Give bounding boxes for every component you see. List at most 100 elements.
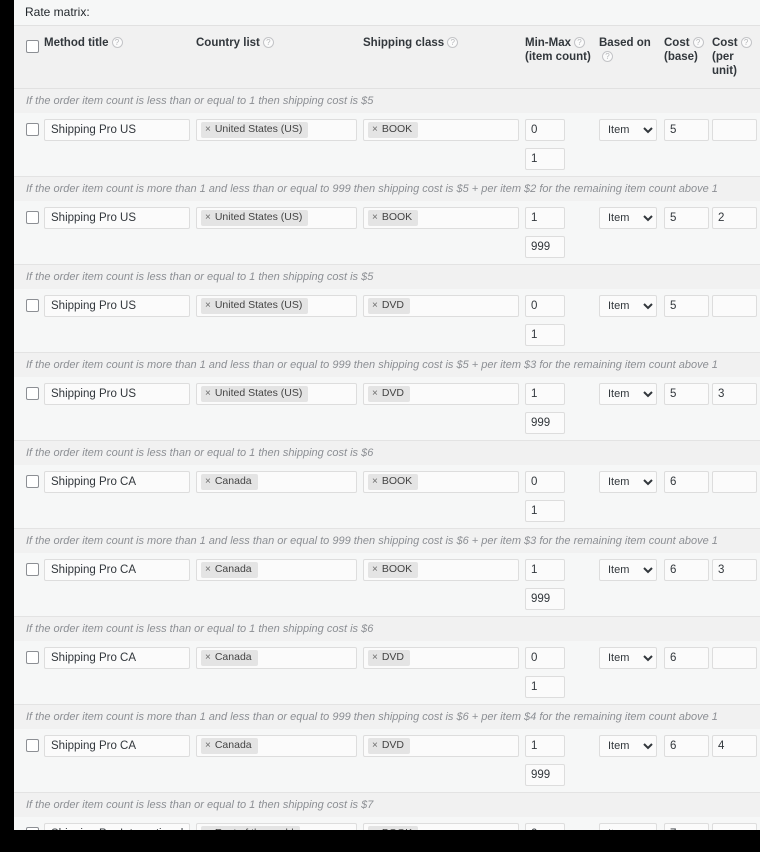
max-input[interactable] xyxy=(525,764,565,786)
remove-token-icon[interactable]: × xyxy=(205,828,211,830)
remove-token-icon[interactable]: × xyxy=(372,652,378,663)
country-token[interactable]: × United States (US) xyxy=(201,386,309,402)
row-select-checkbox[interactable] xyxy=(26,299,39,312)
row-select-checkbox[interactable] xyxy=(26,475,39,488)
row-select-checkbox[interactable] xyxy=(26,827,39,830)
remove-token-icon[interactable]: × xyxy=(372,388,378,399)
country-token[interactable]: × Canada xyxy=(201,562,258,578)
cost-base-input[interactable] xyxy=(664,119,709,141)
cost-base-input[interactable] xyxy=(664,207,709,229)
row-select-checkbox[interactable] xyxy=(26,739,39,752)
method-title-input[interactable] xyxy=(44,823,190,830)
remove-token-icon[interactable]: × xyxy=(205,388,211,399)
shipping-class-token[interactable]: × DVD xyxy=(368,386,411,402)
country-token[interactable]: × United States (US) xyxy=(201,122,309,138)
max-input[interactable] xyxy=(525,412,565,434)
max-input[interactable] xyxy=(525,324,565,346)
min-input[interactable] xyxy=(525,207,565,229)
shipping-class-input[interactable]: × DVD xyxy=(363,647,519,669)
cost-base-input[interactable] xyxy=(664,559,709,581)
min-input[interactable] xyxy=(525,735,565,757)
cost-base-input[interactable] xyxy=(664,471,709,493)
method-title-input[interactable] xyxy=(44,647,190,669)
method-title-input[interactable] xyxy=(44,119,190,141)
cost-per-unit-input[interactable] xyxy=(712,383,757,405)
based-on-select[interactable]: ItemWeightPriceLine itemClass xyxy=(599,647,657,669)
help-icon[interactable]: ? xyxy=(692,37,704,48)
help-icon[interactable]: ? xyxy=(111,37,123,48)
shipping-class-token[interactable]: ×BOOK xyxy=(368,826,419,830)
method-title-input[interactable] xyxy=(44,471,190,493)
based-on-select[interactable]: ItemWeightPriceLine itemClass xyxy=(599,823,657,830)
country-list-input[interactable]: × Canada xyxy=(196,471,357,493)
shipping-class-token[interactable]: × DVD xyxy=(368,738,411,754)
remove-token-icon[interactable]: × xyxy=(372,564,378,575)
country-list-input[interactable]: × United States (US) xyxy=(196,383,357,405)
cost-per-unit-input[interactable] xyxy=(712,119,757,141)
row-select-checkbox[interactable] xyxy=(26,387,39,400)
shipping-class-input[interactable]: ×BOOK xyxy=(363,207,519,229)
remove-token-icon[interactable]: × xyxy=(205,300,211,311)
country-list-input[interactable]: × Canada xyxy=(196,559,357,581)
cost-per-unit-input[interactable] xyxy=(712,735,757,757)
country-token[interactable]: × United States (US) xyxy=(201,210,309,226)
country-token[interactable]: × Rest of the world xyxy=(201,826,300,830)
method-title-input[interactable] xyxy=(44,295,190,317)
method-title-input[interactable] xyxy=(44,559,190,581)
shipping-class-token[interactable]: ×BOOK xyxy=(368,122,419,138)
cost-base-input[interactable] xyxy=(664,823,709,830)
based-on-select[interactable]: ItemWeightPriceLine itemClass xyxy=(599,471,657,493)
shipping-class-input[interactable]: ×BOOK xyxy=(363,471,519,493)
row-select-checkbox[interactable] xyxy=(26,211,39,224)
remove-token-icon[interactable]: × xyxy=(205,740,211,751)
min-input[interactable] xyxy=(525,647,565,669)
remove-token-icon[interactable]: × xyxy=(372,124,378,135)
shipping-class-input[interactable]: × DVD xyxy=(363,735,519,757)
country-token[interactable]: × Canada xyxy=(201,738,258,754)
help-icon[interactable]: ? xyxy=(447,37,459,48)
country-list-input[interactable]: × United States (US) xyxy=(196,119,357,141)
min-input[interactable] xyxy=(525,823,565,830)
remove-token-icon[interactable]: × xyxy=(372,740,378,751)
remove-token-icon[interactable]: × xyxy=(205,652,211,663)
based-on-select[interactable]: ItemWeightPriceLine itemClass xyxy=(599,207,657,229)
help-icon[interactable]: ? xyxy=(602,51,613,62)
row-select-checkbox[interactable] xyxy=(26,651,39,664)
shipping-class-token[interactable]: ×BOOK xyxy=(368,474,419,490)
max-input[interactable] xyxy=(525,236,565,258)
remove-token-icon[interactable]: × xyxy=(372,828,378,830)
min-input[interactable] xyxy=(525,559,565,581)
based-on-select[interactable]: ItemWeightPriceLine itemClass xyxy=(599,295,657,317)
shipping-class-input[interactable]: ×BOOK xyxy=(363,119,519,141)
min-input[interactable] xyxy=(525,383,565,405)
shipping-class-input[interactable]: × DVD xyxy=(363,295,519,317)
country-list-input[interactable]: × United States (US) xyxy=(196,207,357,229)
cost-per-unit-input[interactable] xyxy=(712,295,757,317)
shipping-class-token[interactable]: × DVD xyxy=(368,298,411,314)
cost-per-unit-input[interactable] xyxy=(712,647,757,669)
help-icon[interactable]: ? xyxy=(262,37,274,48)
cost-base-input[interactable] xyxy=(664,383,709,405)
max-input[interactable] xyxy=(525,148,565,170)
method-title-input[interactable] xyxy=(44,207,190,229)
country-list-input[interactable]: × United States (US) xyxy=(196,295,357,317)
shipping-class-input[interactable]: × DVD xyxy=(363,383,519,405)
remove-token-icon[interactable]: × xyxy=(372,300,378,311)
shipping-class-token[interactable]: ×BOOK xyxy=(368,562,419,578)
max-input[interactable] xyxy=(525,676,565,698)
country-token[interactable]: × United States (US) xyxy=(201,298,309,314)
based-on-select[interactable]: ItemWeightPriceLine itemClass xyxy=(599,383,657,405)
based-on-select[interactable]: ItemWeightPriceLine itemClass xyxy=(599,735,657,757)
method-title-input[interactable] xyxy=(44,383,190,405)
cost-per-unit-input[interactable] xyxy=(712,207,757,229)
max-input[interactable] xyxy=(525,588,565,610)
shipping-class-token[interactable]: ×BOOK xyxy=(368,210,419,226)
country-list-input[interactable]: × Canada xyxy=(196,647,357,669)
remove-token-icon[interactable]: × xyxy=(205,564,211,575)
shipping-class-token[interactable]: × DVD xyxy=(368,650,411,666)
shipping-class-input[interactable]: ×BOOK xyxy=(363,823,519,830)
country-list-input[interactable]: × Canada xyxy=(196,735,357,757)
shipping-class-input[interactable]: ×BOOK xyxy=(363,559,519,581)
based-on-select[interactable]: ItemWeightPriceLine itemClass xyxy=(599,559,657,581)
country-list-input[interactable]: × Rest of the world xyxy=(196,823,357,830)
